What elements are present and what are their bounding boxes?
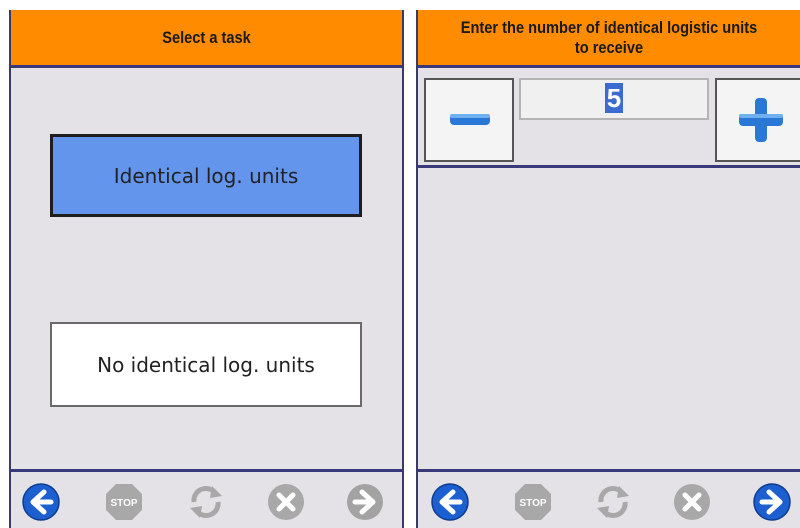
identical-log-units-button[interactable]: Identical log. units [50,134,362,217]
back-button[interactable] [21,482,61,522]
page-title: Select a task [11,10,402,68]
stop-label: STOP [110,498,137,509]
refresh-icon [190,486,222,518]
no-identical-log-units-button[interactable]: No identical log. units [50,322,362,407]
stop-label: STOP [519,498,546,509]
arrow-left-icon [431,483,469,521]
arrow-right-icon [347,484,383,520]
quantity-value: 5 [604,83,624,113]
cancel-icon [268,484,304,520]
refresh-button[interactable] [593,482,633,522]
cancel-button[interactable] [672,482,712,522]
next-button[interactable] [345,482,385,522]
quantity-input[interactable]: 5 [519,78,709,120]
back-button[interactable] [430,482,470,522]
footer-toolbar: STOP [11,469,402,528]
stop-icon: STOP [106,484,142,520]
arrow-right-icon [753,483,791,521]
quantity-screen: Enter the number of identical logistic u… [416,10,800,528]
cancel-button[interactable] [266,482,306,522]
stop-button[interactable]: STOP [513,482,553,522]
cancel-icon [674,484,710,520]
refresh-icon [597,486,629,518]
minus-icon [450,114,490,125]
page-title: Enter the number of identical logistic u… [418,10,800,68]
decrement-button[interactable] [424,78,514,162]
refresh-button[interactable] [186,482,226,522]
stop-button[interactable]: STOP [104,482,144,522]
footer-toolbar: STOP [418,469,800,528]
next-button[interactable] [752,482,792,522]
increment-button[interactable] [715,78,800,162]
select-task-screen: Select a task Identical log. units No id… [9,10,404,528]
plus-icon [739,98,783,142]
quantity-stepper: 5 [418,68,800,168]
arrow-left-icon [22,483,60,521]
stop-icon: STOP [515,484,551,520]
